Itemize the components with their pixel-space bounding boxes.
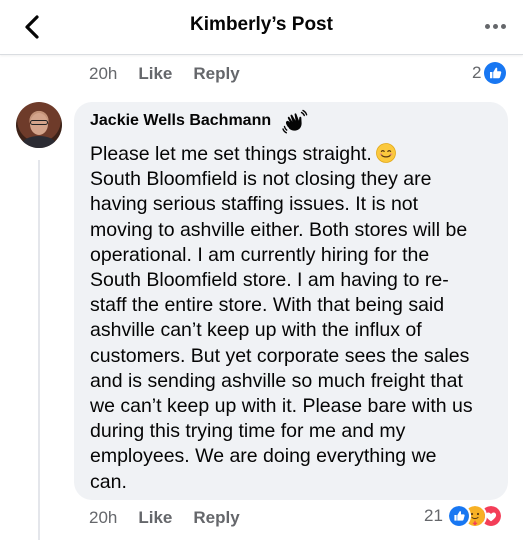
reaction-count: 2 [472, 63, 482, 82]
comment-line: operational. I am currently hiring for t… [90, 243, 430, 266]
comment-line: we can’t keep up with it. Please bare wi… [90, 395, 473, 418]
comment-line: staff the entire store. With that being … [90, 294, 445, 317]
post-header: Kimberly’s Post [0, 0, 523, 55]
comment-reactions[interactable]: 21 [424, 504, 503, 528]
like-reaction-icon [484, 62, 507, 84]
comment-line: moving to ashville either. Both stores w… [90, 218, 468, 241]
comment-line: can. [90, 470, 127, 493]
comment-line: South Bloomfield store. I am having to r… [90, 269, 449, 292]
smiling-face-emoji-icon [375, 143, 396, 163]
comment-timestamp: 20h [89, 64, 118, 83]
comment-line: employees. We are doing everything we [90, 445, 437, 468]
reaction-count: 21 [424, 506, 443, 525]
comment-line: having serious staffing issues. It is no… [90, 193, 419, 216]
previous-comment-actions: 20h Like Reply [89, 62, 261, 86]
comment-line: customers. But yet corporate sees the sa… [90, 344, 470, 367]
like-button[interactable]: Like [138, 64, 172, 84]
comment-author[interactable]: Jackie Wells Bachmann [90, 112, 271, 130]
comment-timestamp: 20h [89, 508, 118, 527]
reply-button[interactable]: Reply [193, 508, 239, 528]
more-options-button[interactable] [483, 16, 509, 36]
like-button[interactable]: Like [138, 508, 172, 528]
comment-line: during this trying time for me and my [90, 420, 406, 443]
avatar[interactable] [16, 102, 62, 148]
waving-hand-badge-icon[interactable] [282, 109, 308, 135]
previous-comment-reactions[interactable]: 2 [472, 62, 507, 84]
comment-line: Please let me set things straight. [90, 142, 502, 167]
comment-line: and is sending ashville so much freight … [90, 369, 463, 392]
page-title: Kimberly’s Post [190, 14, 333, 35]
comment-line: South Bloomfield is not closing they are [90, 168, 432, 191]
thread-line [38, 160, 40, 540]
comment-bubble: Jackie Wells Bachmann Please let me set … [74, 102, 508, 500]
comment-text: Please let me set things straight. South… [90, 142, 502, 495]
comment-line: ashville can’t keep up with the influx o… [90, 319, 422, 342]
like-reaction-icon [446, 504, 471, 528]
comment-actions: 20h Like Reply [89, 506, 261, 530]
reply-button[interactable]: Reply [193, 64, 239, 84]
